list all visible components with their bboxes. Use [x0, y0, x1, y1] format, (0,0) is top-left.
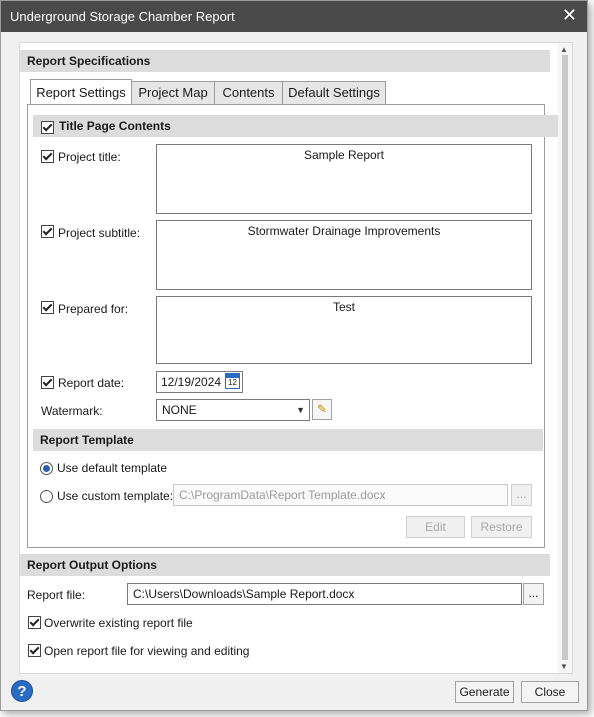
title-bar: Underground Storage Chamber Report ✕: [1, 1, 587, 32]
edit-button[interactable]: Edit: [406, 516, 465, 538]
tab-contents[interactable]: Contents: [214, 81, 283, 104]
window-title: Underground Storage Chamber Report: [10, 9, 235, 24]
vertical-scrollbar[interactable]: ▲ ▼: [558, 43, 572, 673]
prepared-for-field[interactable]: Test: [156, 296, 532, 364]
open-report-label: Open report file for viewing and editing: [44, 644, 250, 658]
report-file-browse-button[interactable]: ...: [523, 583, 544, 605]
use-default-template-label: Use default template: [57, 461, 168, 475]
report-file-field[interactable]: C:\Users\Downloads\Sample Report.docx: [127, 583, 522, 605]
use-custom-template-radio[interactable]: [40, 490, 53, 503]
prepared-for-label: Prepared for:: [58, 302, 129, 316]
title-page-contents-label: Title Page Contents: [59, 119, 171, 133]
tab-project-map[interactable]: Project Map: [131, 81, 215, 104]
calendar-day: 12: [228, 378, 237, 387]
use-custom-template-label: Use custom template:: [57, 489, 174, 503]
report-dialog: Underground Storage Chamber Report ✕ Rep…: [0, 0, 588, 711]
custom-template-path[interactable]: C:\ProgramData\Report Template.docx: [173, 484, 508, 506]
prepared-for-checkbox[interactable]: [41, 301, 54, 314]
overwrite-checkbox[interactable]: [28, 616, 41, 629]
watermark-label: Watermark:: [41, 404, 103, 418]
report-date-label: Report date:: [58, 376, 125, 390]
report-output-options-header: Report Output Options: [20, 554, 550, 576]
report-date-checkbox[interactable]: [41, 376, 54, 389]
pencil-icon[interactable]: ✎: [312, 399, 332, 420]
chevron-down-icon: ▼: [296, 405, 305, 415]
calendar-icon[interactable]: 12: [225, 373, 240, 389]
close-button[interactable]: Close: [521, 681, 579, 703]
use-default-template-radio[interactable]: [40, 462, 53, 475]
project-title-field[interactable]: Sample Report: [156, 144, 532, 214]
report-specifications-header: Report Specifications: [20, 50, 550, 72]
title-page-contents-checkbox[interactable]: [41, 121, 54, 134]
overwrite-label: Overwrite existing report file: [44, 616, 193, 630]
help-icon[interactable]: ?: [11, 680, 33, 702]
project-subtitle-field[interactable]: Stormwater Drainage Improvements: [156, 220, 532, 290]
project-subtitle-checkbox[interactable]: [41, 225, 54, 238]
custom-template-browse-button[interactable]: ...: [511, 484, 532, 506]
tab-default-settings[interactable]: Default Settings: [282, 81, 386, 104]
report-template-header: Report Template: [33, 429, 543, 451]
report-file-label: Report file:: [27, 588, 86, 602]
scroll-up-icon[interactable]: ▲: [560, 45, 568, 54]
project-title-checkbox[interactable]: [41, 150, 54, 163]
watermark-value: NONE: [162, 403, 197, 417]
generate-button[interactable]: Generate: [455, 681, 514, 703]
watermark-dropdown[interactable]: NONE ▼: [156, 399, 310, 421]
open-report-checkbox[interactable]: [28, 644, 41, 657]
project-title-label: Project title:: [58, 150, 121, 164]
title-page-contents-header: Title Page Contents: [33, 115, 562, 137]
scroll-down-icon[interactable]: ▼: [560, 662, 568, 671]
restore-button[interactable]: Restore: [471, 516, 532, 538]
project-subtitle-label: Project subtitle:: [58, 226, 141, 240]
scroll-thumb[interactable]: [562, 55, 568, 660]
report-settings-panel: Title Page Contents Project title: Sampl…: [27, 104, 562, 548]
report-date-value: 12/19/2024: [161, 375, 222, 389]
tab-report-settings[interactable]: Report Settings: [30, 79, 132, 104]
scroll-content: Report Specifications Report Settings Pr…: [19, 42, 573, 674]
close-icon[interactable]: ✕: [562, 5, 577, 26]
